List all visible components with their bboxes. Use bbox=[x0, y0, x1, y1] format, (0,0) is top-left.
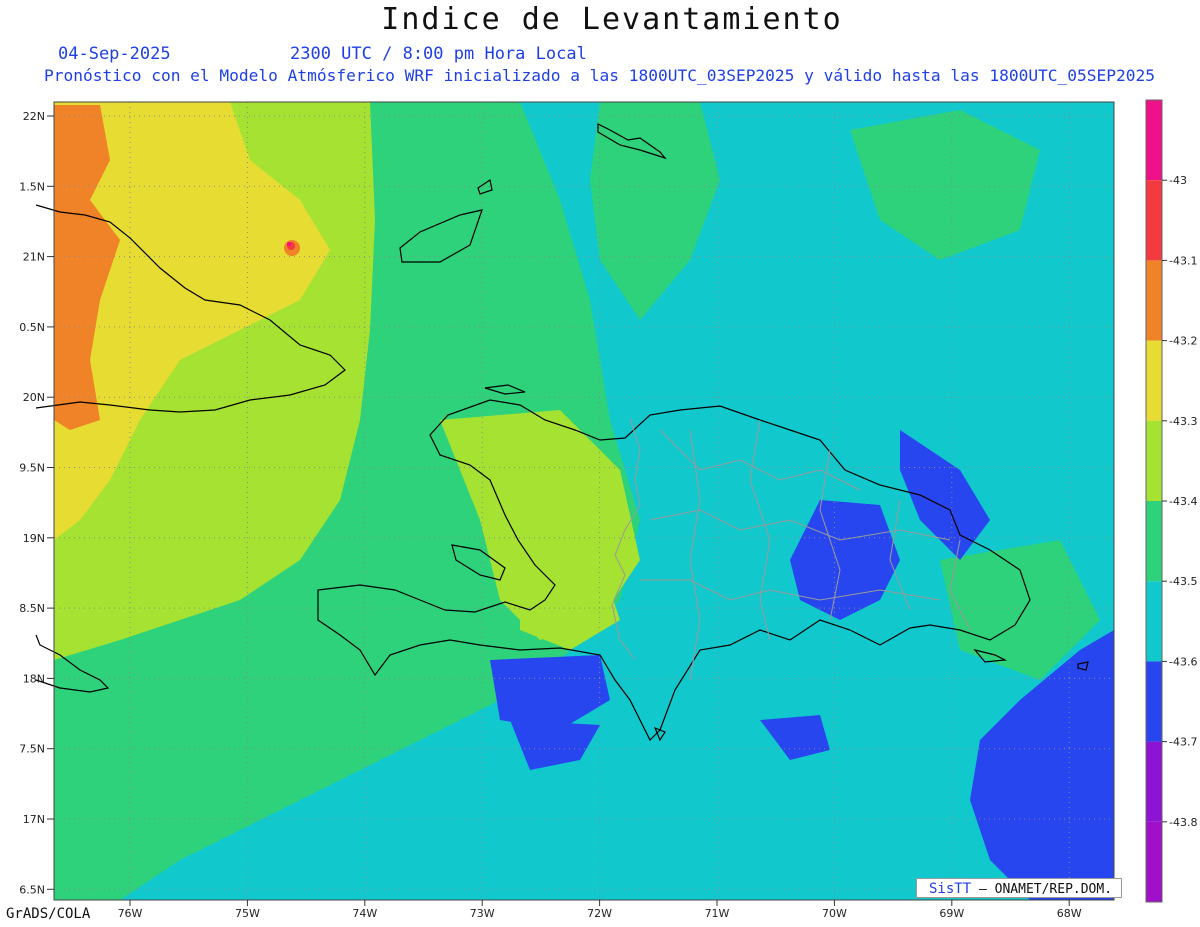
colorbar-segment bbox=[1146, 741, 1162, 822]
lon-label: 76W bbox=[118, 907, 143, 920]
lat-label: 20N bbox=[23, 391, 45, 404]
lat-label: 19N bbox=[23, 532, 45, 545]
colorbar-label: -43.3 bbox=[1169, 415, 1197, 428]
lon-label: 70W bbox=[822, 907, 847, 920]
longitude-labels: 76W 75W 74W 73W 72W 71W 70W 69W 68W bbox=[118, 900, 1082, 920]
colorbar-label: -43.6 bbox=[1169, 655, 1197, 668]
lat-label: 17N bbox=[23, 813, 45, 826]
lat-label: 1.5N bbox=[19, 180, 45, 193]
forecast-map: 22N 1.5N 21N 0.5N 20N 9.5N 19N 8.5N 18N 7.5N 17N 6.… bbox=[19, 99, 1197, 920]
latitude-labels: 22N 1.5N 21N 0.5N 20N 9.5N 19N 8.5N 18N 7.5N 17N 6.… bbox=[19, 110, 54, 896]
lon-label: 72W bbox=[587, 907, 612, 920]
colorbar-segment bbox=[1146, 501, 1162, 582]
colorbar-label: -43.5 bbox=[1169, 575, 1197, 588]
sistt-logo: SisTT bbox=[929, 881, 972, 897]
colorbar: -43 -43.1 -43.2 -43.3 -43.4 -43.5 -43.6 -43.7 -4… bbox=[1145, 99, 1197, 903]
lat-label: 7.5N bbox=[19, 743, 45, 756]
field-hotspot-magenta bbox=[287, 242, 291, 246]
colorbar-label: -43.1 bbox=[1169, 254, 1197, 267]
lat-label: 9.5N bbox=[19, 462, 45, 475]
lat-label: 0.5N bbox=[19, 321, 45, 334]
colorbar-label: -43 bbox=[1169, 174, 1187, 187]
lat-label: 8.5N bbox=[19, 602, 45, 615]
onamet-credit: – ONAMET/REP.DOM. bbox=[978, 882, 1113, 897]
lon-label: 69W bbox=[939, 907, 964, 920]
colorbar-segment bbox=[1146, 340, 1162, 421]
grads-footer: GrADS/COLA bbox=[6, 906, 91, 922]
colorbar-label: -43.7 bbox=[1169, 736, 1197, 749]
lon-label: 71W bbox=[705, 907, 730, 920]
colorbar-segment bbox=[1146, 260, 1162, 341]
colorbar-label: -43.2 bbox=[1169, 335, 1197, 348]
colorbar-label: -43.4 bbox=[1169, 495, 1197, 508]
credit-box: SisTT – ONAMET/REP.DOM. bbox=[916, 878, 1122, 898]
colorbar-segment bbox=[1146, 420, 1162, 501]
colorbar-segment bbox=[1146, 821, 1162, 902]
lat-label: 22N bbox=[23, 110, 45, 123]
colorbar-label: -43.8 bbox=[1169, 816, 1197, 829]
colorbar-segment bbox=[1146, 581, 1162, 662]
lat-label: 21N bbox=[23, 251, 45, 264]
lon-label: 68W bbox=[1057, 907, 1082, 920]
lat-label: 6.5N bbox=[19, 883, 45, 896]
colorbar-segment bbox=[1146, 661, 1162, 742]
lon-label: 73W bbox=[470, 907, 495, 920]
lon-label: 75W bbox=[235, 907, 260, 920]
colorbar-segment bbox=[1146, 180, 1162, 261]
lon-label: 74W bbox=[352, 907, 377, 920]
lat-label: 18N bbox=[23, 672, 45, 685]
colorbar-segment bbox=[1146, 100, 1162, 181]
lifted-index-field bbox=[54, 102, 1114, 900]
